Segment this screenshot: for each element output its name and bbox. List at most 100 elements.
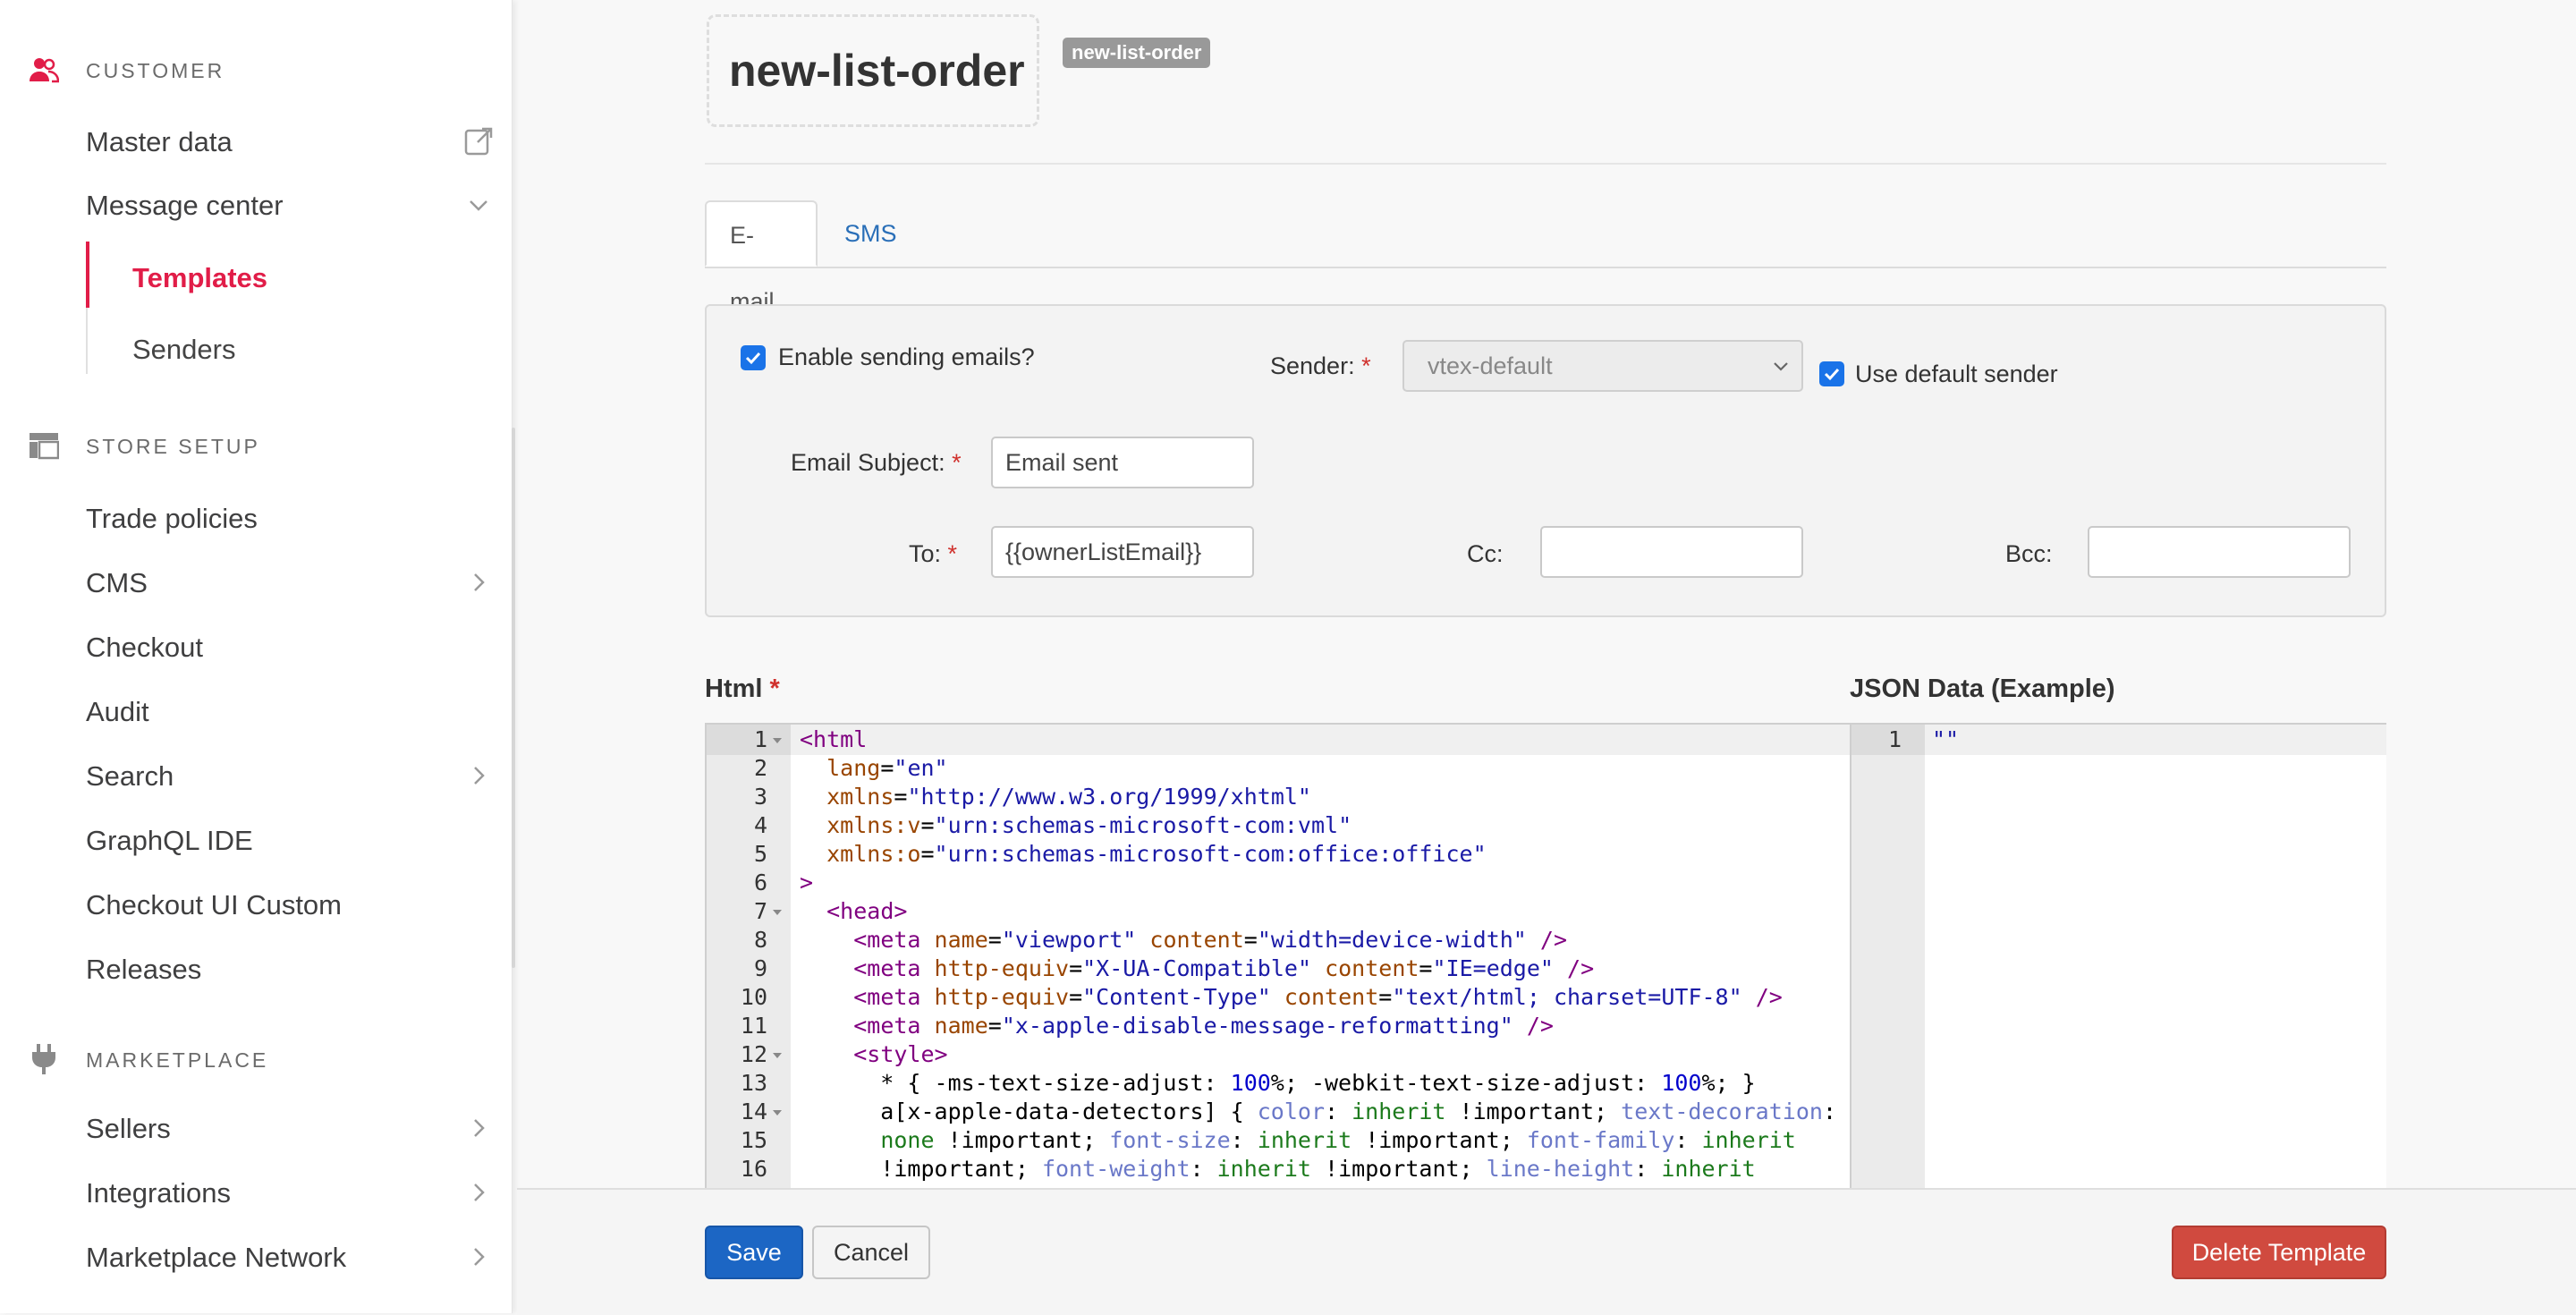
tab-email[interactable]: E-mail	[705, 200, 818, 315]
line-number: 7	[753, 898, 767, 924]
sidebar-item-label: Audit	[86, 696, 149, 727]
line-number: 12	[740, 1041, 767, 1067]
code-line: <html	[800, 726, 868, 752]
email-subject-label: Email Subject: *	[791, 449, 962, 476]
sidebar: CUSTOMER Master data Message center Temp…	[0, 0, 513, 1313]
save-button[interactable]: Save	[705, 1226, 803, 1279]
enable-emails-label: Enable sending emails?	[778, 344, 1035, 370]
code-line: <meta name="x-apple-disable-message-refo…	[853, 1013, 1554, 1039]
chevron-right-icon	[474, 767, 485, 785]
line-number: 13	[740, 1070, 767, 1096]
chevron-down-icon	[1774, 362, 1788, 371]
line-number: 11	[740, 1013, 767, 1039]
line-number: 6	[753, 870, 767, 895]
code-line: <meta http-equiv="X-UA-Compatible" conte…	[853, 955, 1595, 981]
use-default-sender-label: Use default sender	[1855, 361, 2058, 387]
template-id-badge: new-list-order	[1063, 38, 1211, 68]
sidebar-item-releases[interactable]: Releases	[86, 946, 497, 993]
line-number: 14	[740, 1099, 767, 1124]
chevron-down-icon	[470, 200, 487, 211]
code-line: <style>	[853, 1041, 948, 1067]
cc-input[interactable]	[1540, 526, 1803, 578]
sidebar-item-message-center[interactable]: Message center	[86, 182, 497, 229]
sidebar-item-label: Search	[86, 760, 174, 792]
email-subject-input[interactable]	[991, 437, 1254, 488]
code-line: ""	[1932, 726, 1960, 752]
section-customer-label: CUSTOMER	[86, 59, 225, 82]
bcc-label: Bcc:	[2005, 540, 2053, 567]
to-label: To: *	[909, 540, 958, 567]
active-line-highlight	[1925, 725, 2386, 755]
sidebar-subitem-label: Senders	[132, 334, 236, 365]
code-line: <head>	[826, 898, 908, 924]
line-number: 10	[740, 984, 767, 1010]
sidebar-item-label: Integrations	[86, 1177, 231, 1209]
sidebar-item-label: Checkout	[86, 632, 203, 663]
sidebar-item-marketplace-network[interactable]: Marketplace Network	[86, 1234, 497, 1281]
chevron-right-icon	[474, 1119, 485, 1137]
template-name-editable[interactable]: new-list-order	[707, 14, 1039, 127]
html-editor-label: Html *	[705, 674, 780, 703]
line-number: 1	[1887, 726, 1902, 752]
sidebar-item-graphql-ide[interactable]: GraphQL IDE	[86, 818, 497, 864]
cancel-button[interactable]: Cancel	[812, 1226, 930, 1279]
section-marketplace: MARKETPLACE	[27, 1041, 266, 1077]
divider	[705, 163, 2386, 165]
to-input[interactable]	[991, 526, 1254, 578]
sidebar-item-label: Checkout UI Custom	[86, 889, 342, 920]
code-line: xmlns:v="urn:schemas-microsoft-com:vml"	[826, 812, 1352, 838]
sidebar-item-trade-policies[interactable]: Trade policies	[86, 496, 497, 542]
plug-icon	[27, 1042, 61, 1076]
sidebar-item-cms[interactable]: CMS	[86, 560, 497, 607]
code-line: lang="en"	[826, 755, 948, 781]
code-line: !important; font-weight: inherit !import…	[800, 1156, 1756, 1182]
sidebar-item-label: Trade policies	[86, 503, 258, 534]
line-number: 3	[753, 784, 767, 810]
sidebar-scrollbar[interactable]	[512, 428, 515, 968]
sidebar-item-label: CMS	[86, 567, 148, 598]
submenu-active-indicator	[86, 242, 89, 308]
sidebar-item-search[interactable]: Search	[86, 753, 497, 800]
fold-arrow-icon[interactable]	[771, 906, 784, 919]
sidebar-item-sellers[interactable]: Sellers	[86, 1106, 497, 1152]
sidebar-item-label: Marketplace Network	[86, 1242, 347, 1273]
section-customer: CUSTOMER	[27, 52, 222, 88]
line-number: 9	[753, 955, 767, 981]
json-editor-label: JSON Data (Example)	[1850, 674, 2115, 703]
code-line: <meta http-equiv="Content-Type" content=…	[853, 984, 1783, 1010]
sidebar-item-checkout[interactable]: Checkout	[86, 624, 497, 671]
sidebar-item-master-data[interactable]: Master data	[86, 119, 497, 165]
code-line: * { -ms-text-size-adjust: 100%; -webkit-…	[800, 1070, 1756, 1096]
fold-arrow-icon[interactable]	[771, 734, 784, 747]
sender-select[interactable]: vtex-default	[1402, 340, 1803, 392]
code-line: a[x-apple-data-detectors] { color: inher…	[800, 1099, 1836, 1124]
sidebar-subitem-senders[interactable]: Senders	[132, 327, 235, 373]
sender-label: Sender: *	[1270, 352, 1371, 379]
section-store-setup: STORE SETUP	[27, 428, 258, 463]
tab-sms[interactable]: SMS	[821, 200, 920, 267]
line-number: 2	[753, 755, 767, 781]
line-number: 5	[753, 841, 767, 867]
sidebar-item-label: Sellers	[86, 1113, 171, 1144]
email-settings-panel: Enable sending emails? Sender: * vtex-de…	[705, 304, 2386, 617]
code-line: xmlns:o="urn:schemas-microsoft-com:offic…	[826, 841, 1487, 867]
chevron-right-icon	[474, 1248, 485, 1266]
sidebar-item-label: GraphQL IDE	[86, 825, 253, 856]
sidebar-item-checkout-ui-custom[interactable]: Checkout UI Custom	[86, 882, 497, 929]
chevron-right-icon	[474, 1184, 485, 1201]
fold-arrow-icon[interactable]	[771, 1049, 784, 1062]
sidebar-item-integrations[interactable]: Integrations	[86, 1170, 497, 1217]
cc-label: Cc:	[1467, 540, 1504, 567]
line-number: 4	[753, 812, 767, 838]
line-number: 15	[740, 1127, 767, 1153]
use-default-sender-checkbox[interactable]	[1819, 361, 1844, 386]
enable-emails-checkbox[interactable]	[741, 345, 766, 370]
sidebar-subitem-templates[interactable]: Templates	[132, 255, 267, 301]
delete-template-button[interactable]: Delete Template	[2172, 1226, 2386, 1279]
code-line: none !important; font-size: inherit !imp…	[880, 1127, 1796, 1153]
sidebar-item-audit[interactable]: Audit	[86, 689, 497, 735]
bcc-input[interactable]	[2088, 526, 2351, 578]
action-bar: Save Cancel Delete Template	[517, 1188, 2576, 1315]
code-line: xmlns="http://www.w3.org/1999/xhtml"	[826, 784, 1311, 810]
fold-arrow-icon[interactable]	[771, 1107, 784, 1119]
